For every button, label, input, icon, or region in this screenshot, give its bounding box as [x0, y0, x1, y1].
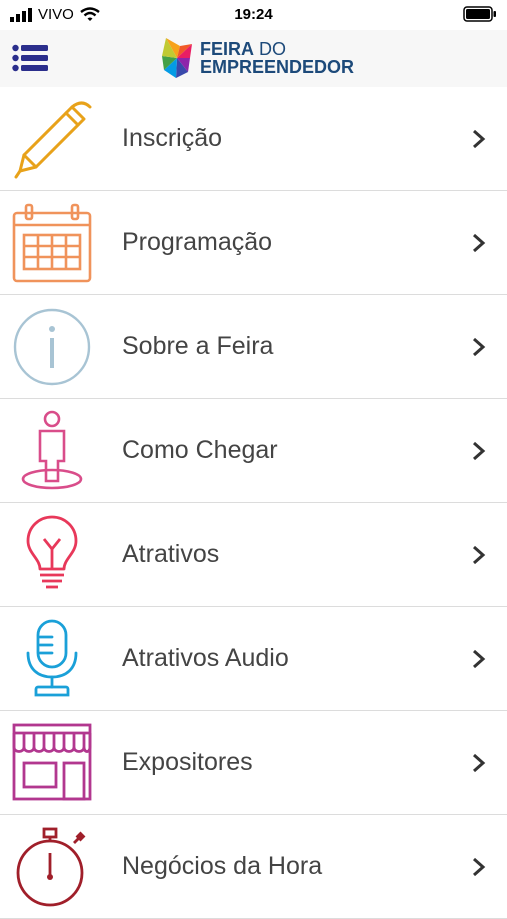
- menu-item-label: Atrativos: [122, 540, 220, 568]
- logo-pinwheel-icon: [162, 38, 192, 78]
- menu-item-label: Como Chegar: [122, 436, 278, 464]
- menu-item-inscricao[interactable]: Inscrição: [0, 87, 507, 191]
- status-right: [463, 6, 497, 27]
- microphone-icon: [26, 619, 78, 697]
- logo-word-do: DO: [254, 39, 287, 59]
- chevron-right-icon: [473, 753, 486, 773]
- status-bar: VIVO 19:24: [0, 0, 507, 30]
- navigation-bar: FEIRA DO EMPREENDEDOR: [0, 30, 507, 88]
- menu-item-sobre-a-feira[interactable]: Sobre a Feira: [0, 295, 507, 399]
- storefront-icon: [12, 723, 92, 801]
- hamburger-menu-icon[interactable]: [12, 43, 48, 73]
- chevron-right-icon: [473, 441, 486, 461]
- logo-line-2: EMPREENDEDOR: [200, 57, 355, 77]
- lightbulb-icon: [26, 515, 78, 589]
- chevron-right-icon: [473, 545, 486, 565]
- menu-item-label: Inscrição: [122, 124, 223, 152]
- chevron-right-icon: [473, 337, 486, 357]
- app-logo: FEIRA DO EMPREENDEDOR: [160, 34, 354, 82]
- chevron-right-icon: [473, 129, 486, 149]
- info-icon: [13, 308, 91, 386]
- menu-item-label: Expositores: [122, 748, 253, 776]
- menu-item-programacao[interactable]: Programação: [0, 191, 507, 295]
- menu-item-atrativos[interactable]: Atrativos: [0, 503, 507, 607]
- menu-item-label: Sobre a Feira: [122, 332, 274, 360]
- menu-item-negocios-da-hora[interactable]: Negócios da Hora: [0, 815, 507, 919]
- chevron-right-icon: [473, 233, 486, 253]
- chevron-right-icon: [473, 857, 486, 877]
- stopwatch-icon: [16, 827, 86, 907]
- menu-item-como-chegar[interactable]: Como Chegar: [0, 399, 507, 503]
- logo-text: FEIRA DO EMPREENDEDOR: [200, 40, 354, 76]
- status-time: 19:24: [234, 6, 273, 23]
- main-menu-list: Inscrição Programação Sobre a Feira Como…: [0, 87, 507, 919]
- menu-item-label: Atrativos Audio: [122, 644, 289, 672]
- battery-icon: [463, 6, 496, 22]
- logo-word-feira: FEIRA: [200, 39, 254, 59]
- person-location-icon: [21, 410, 83, 490]
- chevron-right-icon: [473, 649, 486, 669]
- menu-item-label: Programação: [122, 228, 273, 256]
- menu-item-atrativos-audio[interactable]: Atrativos Audio: [0, 607, 507, 711]
- logo-line-1: FEIRA DO: [200, 40, 354, 58]
- pen-icon: [14, 101, 92, 179]
- menu-item-label: Negócios da Hora: [122, 852, 323, 880]
- calendar-icon: [12, 203, 92, 283]
- menu-item-expositores[interactable]: Expositores: [0, 711, 507, 815]
